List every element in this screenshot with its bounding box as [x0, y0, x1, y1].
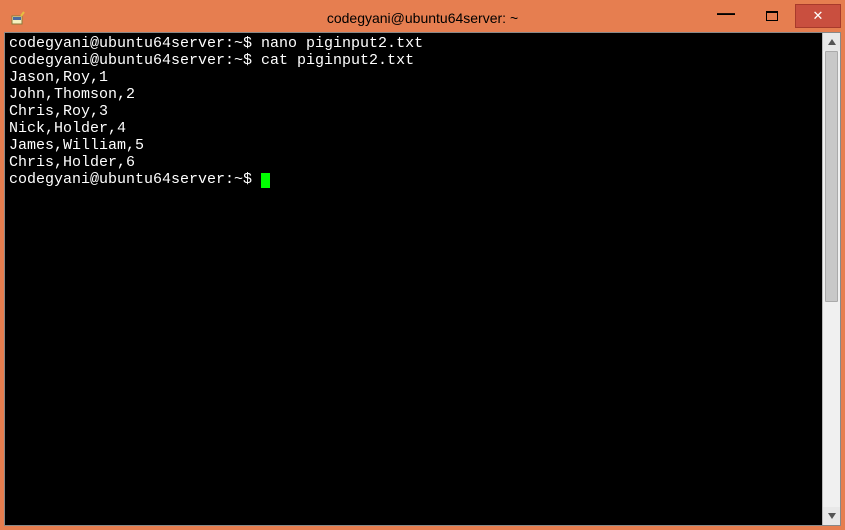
output-line: John,Thomson,2 [9, 86, 818, 103]
prompt-line: codegyani@ubuntu64server:~$ cat piginput… [9, 52, 818, 69]
scrollbar[interactable] [822, 33, 840, 525]
output-line: Nick,Holder,4 [9, 120, 818, 137]
terminal-output[interactable]: codegyani@ubuntu64server:~$ nano piginpu… [5, 33, 822, 525]
titlebar[interactable]: codegyani@ubuntu64server: ~ — ✕ [4, 4, 841, 32]
scroll-up-arrow[interactable] [823, 33, 840, 51]
cursor [261, 173, 270, 188]
output-line: Chris,Holder,6 [9, 154, 818, 171]
scroll-down-arrow[interactable] [823, 507, 840, 525]
scroll-thumb[interactable] [825, 51, 838, 302]
output-line: James,William,5 [9, 137, 818, 154]
output-line: Chris,Roy,3 [9, 103, 818, 120]
terminal-window: codegyani@ubuntu64server: ~ — ✕ codegyan… [4, 4, 841, 526]
prompt-line: codegyani@ubuntu64server:~$ nano piginpu… [9, 35, 818, 52]
window-title: codegyani@ubuntu64server: ~ [4, 10, 841, 26]
output-line: Jason,Roy,1 [9, 69, 818, 86]
scroll-track[interactable] [823, 51, 840, 507]
terminal-area: codegyani@ubuntu64server:~$ nano piginpu… [4, 32, 841, 526]
prompt-line: codegyani@ubuntu64server:~$ [9, 171, 818, 188]
